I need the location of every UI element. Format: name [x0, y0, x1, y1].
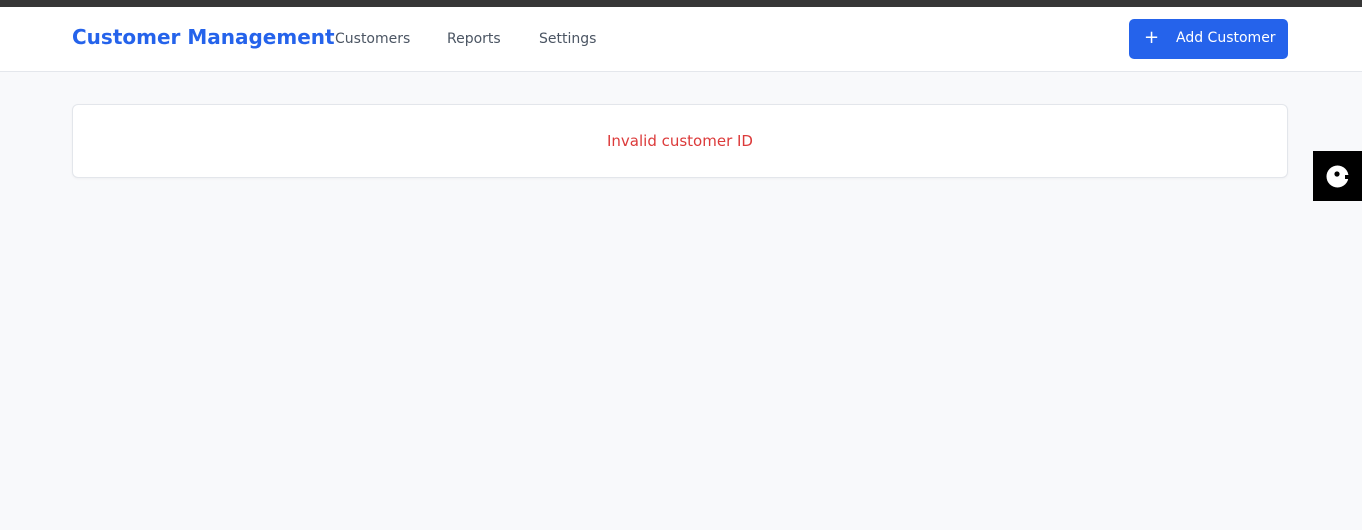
browser-top-bar: [0, 0, 1362, 7]
feedback-bubble-icon: [1326, 165, 1350, 188]
add-customer-label: Add Customer: [1176, 30, 1276, 46]
plus-icon: +: [1144, 27, 1160, 48]
nav-reports[interactable]: Reports: [447, 31, 501, 47]
nav-settings[interactable]: Settings: [539, 31, 596, 47]
error-message: Invalid customer ID: [606, 132, 753, 150]
brand-title[interactable]: Customer Management: [72, 25, 335, 49]
app-header: Customer Management Customers Reports Se…: [0, 7, 1362, 72]
error-card: Invalid customer ID: [72, 104, 1288, 178]
add-customer-button[interactable]: + Add Customer: [1129, 19, 1288, 59]
nav-customers[interactable]: Customers: [335, 31, 410, 47]
feedback-widget-button[interactable]: [1313, 151, 1362, 201]
